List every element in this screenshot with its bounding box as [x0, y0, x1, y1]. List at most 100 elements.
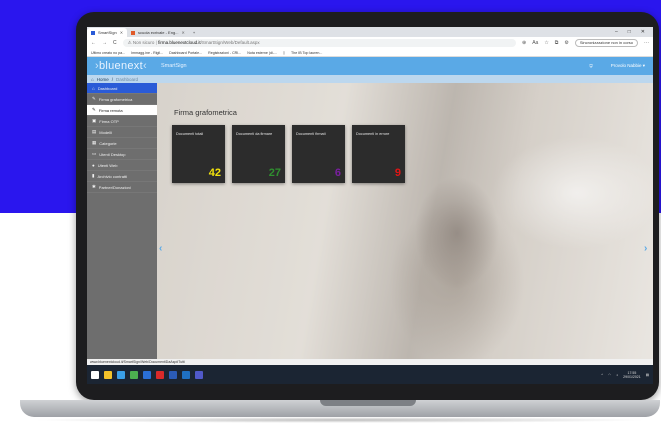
outlook-icon[interactable]: [182, 370, 190, 379]
bookmark-item[interactable]: Immagg.ine - Rigil...: [131, 51, 163, 55]
sidebar-item-label: Modelli: [99, 129, 112, 135]
menu-more-icon[interactable]: ···: [644, 40, 649, 46]
reload-button[interactable]: C: [113, 40, 117, 46]
sidebar-item-label: Utenti Desktop: [99, 151, 126, 157]
breadcrumb-current: Dashboard: [116, 76, 139, 82]
home-icon: ⌂: [91, 76, 94, 82]
forward-button[interactable]: →: [102, 40, 107, 46]
chrome-icon[interactable]: [130, 370, 138, 379]
taskbar-clock[interactable]: 17:55 29/01/2021: [623, 371, 641, 379]
tab-label: SmartSign: [98, 30, 117, 35]
card-value: 27: [268, 167, 281, 179]
teams-icon[interactable]: [195, 370, 203, 379]
close-window-button[interactable]: ✕: [641, 29, 645, 35]
home-icon: ⌂: [92, 85, 95, 91]
tray-chevron-icon[interactable]: ^: [601, 373, 603, 377]
pen-icon: ✎: [92, 96, 96, 101]
sidebar-item-utenti-desktop[interactable]: ▭ Utenti Desktop: [87, 149, 157, 160]
tab-close-icon[interactable]: ✕: [182, 28, 185, 37]
tab-label: scuola ecrivale - Eng...: [138, 30, 179, 35]
carousel-next-button[interactable]: ›: [644, 243, 647, 254]
app-header: ›bluenext‹ SmartSign ⛨ Provolo Nabbie ▾: [87, 57, 653, 75]
bookmark-item[interactable]: Ultimo creato no pa...: [91, 51, 125, 55]
sync-button[interactable]: Sincronizzazione non in corso: [574, 39, 638, 47]
tab-favicon-icon: [131, 30, 136, 35]
word-icon[interactable]: [169, 370, 177, 379]
collections-icon[interactable]: ⧉: [555, 40, 559, 46]
browser-tab-bar: SmartSign ✕ scuola ecrivale - Eng... ✕ +…: [87, 27, 653, 37]
bookmarks-bar: Ultimo creato no pa... Immagg.ine - Rigi…: [87, 49, 653, 57]
laptop-screen: SmartSign ✕ scuola ecrivale - Eng... ✕ +…: [87, 27, 653, 384]
main-content: Firma grafometrica Documenti totali 42 D…: [157, 83, 653, 359]
file-explorer-icon[interactable]: [104, 370, 112, 379]
network-icon[interactable]: ◠: [608, 373, 611, 377]
extensions-icon[interactable]: ⚙: [564, 40, 568, 46]
favorite-star-icon[interactable]: ☆: [544, 40, 548, 46]
breadcrumb-home[interactable]: Home: [97, 77, 109, 82]
sidebar-item-dashboard[interactable]: ⌂ Dashboard: [87, 83, 157, 94]
carousel-prev-button[interactable]: ‹: [159, 243, 162, 254]
card-title: Documenti totali: [176, 132, 204, 136]
security-label: Non sicuro: [132, 40, 155, 45]
read-aloud-icon[interactable]: Aa: [532, 40, 538, 46]
url-input[interactable]: ⚠ Non sicuro | firma.bluenextcloud.it/Sm…: [122, 39, 516, 47]
notifications-icon[interactable]: ▤: [646, 373, 649, 377]
acrobat-icon[interactable]: [156, 370, 164, 379]
sidebar-item-firma-remota[interactable]: ✎ Firma remota: [87, 105, 157, 116]
back-button[interactable]: ←: [91, 40, 96, 46]
bookmark-folder-icon[interactable]: ▯: [283, 51, 285, 55]
card-documenti-firmati[interactable]: Documenti firmati 6: [292, 125, 345, 183]
card-documenti-totali[interactable]: Documenti totali 42: [172, 125, 225, 183]
url-path: /SmartSign/Web/Default.aspx: [200, 40, 260, 45]
sidebar-item-utenti-web[interactable]: ● Utenti Web: [87, 160, 157, 171]
sidebar: ⌂ Dashboard ✎ Firma grafometrica ✎ Firma…: [87, 83, 157, 359]
sidebar-item-firma-grafometrica[interactable]: ✎ Firma grafometrica: [87, 94, 157, 105]
card-value: 42: [208, 167, 221, 179]
card-title: Documenti in errore: [356, 132, 390, 136]
tab-close-icon[interactable]: ✕: [120, 28, 123, 37]
sidebar-item-modelli[interactable]: ▤ Modelli: [87, 127, 157, 138]
new-tab-button[interactable]: +: [188, 28, 200, 37]
breadcrumb: ⌂ Home / Dashboard: [87, 75, 653, 83]
section-title: Firma grafometrica: [174, 108, 237, 117]
edge-icon[interactable]: [117, 370, 125, 379]
sidebar-item-archivio-contratti[interactable]: ▮ Archivio contratti: [87, 171, 157, 182]
pen-icon: ✎: [92, 107, 96, 112]
otp-icon: ▣: [92, 118, 97, 123]
sidebar-item-label: Utenti Web: [97, 162, 118, 168]
bookmark-item[interactable]: Dashboard Portale...: [169, 51, 202, 55]
bluenext-logo[interactable]: ›bluenext‹: [95, 60, 147, 72]
address-bar-icons: ⊕ Aa ☆ ⧉ ⚙ Sincronizzazione non in corso…: [522, 39, 649, 47]
sidebar-item-label: Partner/Donazioni: [98, 184, 131, 190]
tab-favicon-icon: [91, 30, 95, 35]
laptop-shadow: [30, 417, 650, 423]
sidebar-item-categorie[interactable]: ▦ Categorie: [87, 138, 157, 149]
card-value: 9: [394, 167, 401, 179]
category-icon: ▦: [92, 140, 97, 145]
sidebar-item-label: Firma grafometrica: [98, 96, 133, 102]
card-documenti-da-firmare[interactable]: Documenti da firmare 27: [232, 125, 285, 183]
card-documenti-in-errore[interactable]: Documenti in errore 9: [352, 125, 405, 183]
maximize-button[interactable]: □: [628, 29, 631, 35]
browser-tab-smartsign[interactable]: SmartSign ✕: [87, 28, 128, 37]
user-icon: ●: [92, 162, 95, 168]
user-menu[interactable]: Provolo Nabbie ▾: [611, 63, 645, 69]
zoom-icon[interactable]: ⊕: [522, 40, 526, 46]
app-name: SmartSign: [160, 63, 187, 69]
volume-icon[interactable]: ◖: [616, 373, 618, 377]
sidebar-item-firma-otp[interactable]: ▣ Firma OTP: [87, 116, 157, 127]
sidebar-item-label: Firma OTP: [99, 118, 119, 124]
start-icon[interactable]: [91, 370, 99, 379]
partner-icon: ✱: [92, 184, 96, 189]
minimize-button[interactable]: –: [615, 29, 618, 35]
bookmark-item[interactable]: Registrazioni - CRI...: [208, 51, 241, 55]
bookmark-item[interactable]: The IB Top lauren...: [291, 51, 322, 55]
bookmark-item[interactable]: Nota esterne (di-...: [247, 51, 277, 55]
sidebar-item-partner-donazioni[interactable]: ✱ Partner/Donazioni: [87, 182, 157, 193]
browser-address-bar: ← → C ⚠ Non sicuro | firma.bluenextcloud…: [87, 37, 653, 49]
template-icon: ▤: [92, 129, 97, 134]
shield-icon[interactable]: ⛨: [589, 64, 592, 69]
app-icon[interactable]: [143, 370, 151, 379]
user-icon: ▾: [642, 63, 645, 68]
browser-tab-second[interactable]: scuola ecrivale - Eng... ✕: [127, 28, 189, 37]
